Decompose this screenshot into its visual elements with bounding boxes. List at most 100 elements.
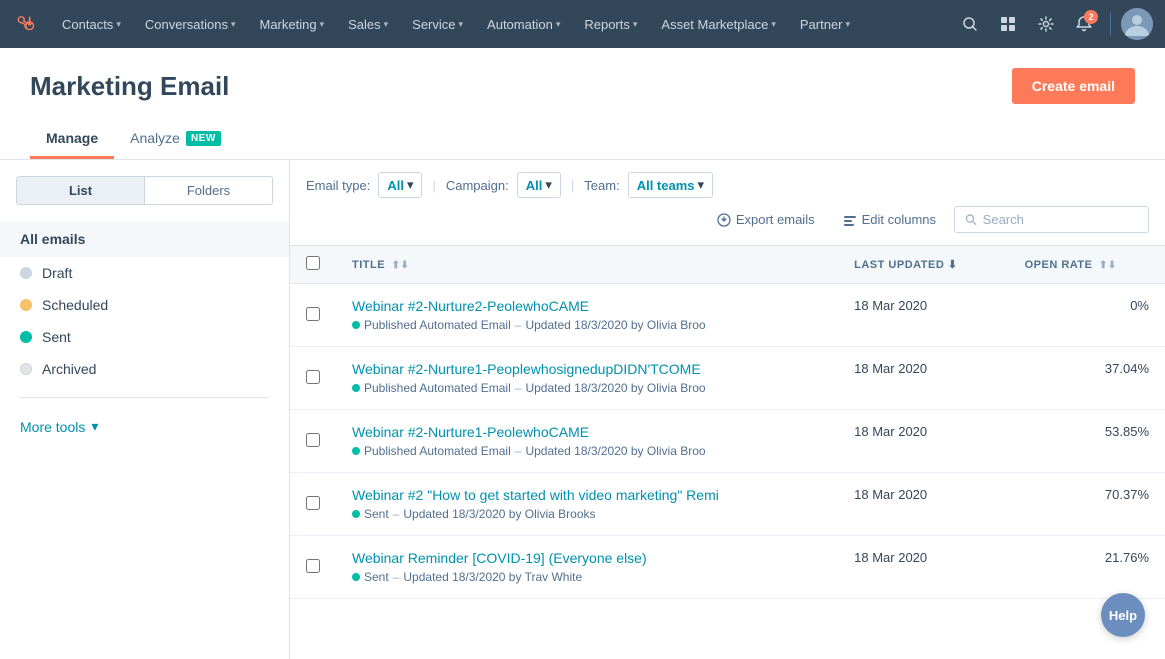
row-checkbox-cell-4[interactable] bbox=[290, 536, 336, 599]
user-avatar-button[interactable] bbox=[1121, 8, 1153, 40]
sidebar-item-sent[interactable]: Sent bbox=[0, 321, 289, 353]
chevron-down-icon: ▾ bbox=[384, 19, 389, 30]
campaign-label: Campaign: bbox=[446, 178, 509, 193]
sidebar-item-scheduled[interactable]: Scheduled bbox=[0, 289, 289, 321]
export-emails-button[interactable]: Export emails bbox=[707, 207, 825, 232]
email-title-link-1[interactable]: Webinar #2-Nurture1-PeoplewhosignedupDID… bbox=[352, 361, 822, 377]
sidebar-item-draft[interactable]: Draft bbox=[0, 257, 289, 289]
tab-manage[interactable]: Manage bbox=[30, 120, 114, 159]
help-button[interactable]: Help bbox=[1101, 593, 1145, 637]
sent-dot bbox=[20, 331, 32, 343]
row-checkbox-3[interactable] bbox=[306, 496, 320, 510]
email-meta-text-0: Updated 18/3/2020 by Olivia Broo bbox=[525, 318, 705, 332]
chevron-down-icon: ▾ bbox=[459, 19, 464, 30]
select-all-checkbox[interactable] bbox=[306, 256, 320, 270]
divider bbox=[1110, 12, 1111, 36]
chevron-down-icon: ▾ bbox=[556, 19, 561, 30]
folders-view-button[interactable]: Folders bbox=[145, 176, 273, 205]
email-title-link-2[interactable]: Webinar #2-Nurture1-PeolewhoCAME bbox=[352, 424, 822, 440]
nav-contacts[interactable]: Contacts ▾ bbox=[52, 6, 131, 42]
archived-dot bbox=[20, 363, 32, 375]
email-title-link-3[interactable]: Webinar #2 "How to get started with vide… bbox=[352, 487, 822, 503]
nav-partner[interactable]: Partner ▾ bbox=[790, 6, 860, 42]
email-title-link-4[interactable]: Webinar Reminder [COVID-19] (Everyone el… bbox=[352, 550, 822, 566]
chevron-down-icon: ▾ bbox=[407, 177, 414, 193]
email-title-cell-4: Webinar Reminder [COVID-19] (Everyone el… bbox=[336, 536, 838, 599]
campaign-filter[interactable]: All ▾ bbox=[517, 172, 561, 198]
email-status-1: Published Automated Email bbox=[364, 381, 511, 395]
open-rate-cell-4: 21.76% bbox=[1009, 536, 1165, 599]
row-checkbox-cell-2[interactable] bbox=[290, 410, 336, 473]
marketplace-icon-btn[interactable] bbox=[992, 8, 1024, 40]
open-rate-column-header[interactable]: OPEN RATE ⬆⬇ bbox=[1009, 246, 1165, 284]
open-rate-cell-2: 53.85% bbox=[1009, 410, 1165, 473]
draft-dot bbox=[20, 267, 32, 279]
email-meta-text-1: Updated 18/3/2020 by Olivia Broo bbox=[525, 381, 705, 395]
select-all-checkbox-cell[interactable] bbox=[290, 246, 336, 284]
nav-automation[interactable]: Automation ▾ bbox=[477, 6, 570, 42]
last-updated-column-header[interactable]: LAST UPDATED ⬇ bbox=[838, 246, 1008, 284]
sidebar-divider bbox=[20, 397, 269, 398]
email-title-cell-0: Webinar #2-Nurture2-PeolewhoCAME Publish… bbox=[336, 284, 838, 347]
filter-separator-2: | bbox=[571, 178, 574, 193]
status-dot-1 bbox=[352, 384, 360, 392]
row-checkbox-cell-1[interactable] bbox=[290, 347, 336, 410]
email-meta-text-3: Updated 18/3/2020 by Olivia Brooks bbox=[403, 507, 595, 521]
page-title: Marketing Email bbox=[30, 71, 229, 102]
email-table: TITLE ⬆⬇ LAST UPDATED ⬇ OPEN RATE ⬆⬇ bbox=[290, 246, 1165, 659]
email-title-link-0[interactable]: Webinar #2-Nurture2-PeolewhoCAME bbox=[352, 298, 822, 314]
email-type-filter[interactable]: All ▾ bbox=[378, 172, 422, 198]
table-row: Webinar #2-Nurture2-PeolewhoCAME Publish… bbox=[290, 284, 1165, 347]
team-filter[interactable]: All teams ▾ bbox=[628, 172, 713, 198]
edit-columns-button[interactable]: Edit columns bbox=[833, 207, 946, 232]
tab-analyze[interactable]: Analyze NEW bbox=[114, 120, 237, 159]
nav-marketing[interactable]: Marketing ▾ bbox=[249, 6, 334, 42]
last-updated-cell-2: 18 Mar 2020 bbox=[838, 410, 1008, 473]
create-email-button[interactable]: Create email bbox=[1012, 68, 1135, 104]
sidebar-item-archived[interactable]: Archived bbox=[0, 353, 289, 385]
row-checkbox-cell-3[interactable] bbox=[290, 473, 336, 536]
row-checkbox-1[interactable] bbox=[306, 370, 320, 384]
search-button[interactable] bbox=[954, 8, 986, 40]
chevron-down-icon: ▾ bbox=[698, 177, 705, 193]
nav-conversations[interactable]: Conversations ▾ bbox=[135, 6, 246, 42]
last-updated-cell-1: 18 Mar 2020 bbox=[838, 347, 1008, 410]
email-meta-text-4: Updated 18/3/2020 by Trav White bbox=[403, 570, 582, 584]
more-tools-button[interactable]: More tools ▾ bbox=[0, 410, 289, 443]
chevron-down-icon: ▾ bbox=[771, 19, 776, 30]
sidebar-all-emails[interactable]: All emails bbox=[0, 221, 289, 257]
last-updated-cell-3: 18 Mar 2020 bbox=[838, 473, 1008, 536]
hubspot-logo[interactable] bbox=[12, 10, 40, 38]
email-meta-1: Published Automated Email – Updated 18/3… bbox=[352, 381, 822, 395]
email-meta-text-2: Updated 18/3/2020 by Olivia Broo bbox=[525, 444, 705, 458]
notifications-icon-btn[interactable]: 2 bbox=[1068, 8, 1100, 40]
meta-sep-1: – bbox=[515, 381, 522, 395]
chevron-down-icon: ▾ bbox=[231, 19, 236, 30]
notification-badge: 2 bbox=[1084, 10, 1098, 24]
search-icon bbox=[965, 213, 977, 226]
table-row: Webinar #2-Nurture1-PeoplewhosignedupDID… bbox=[290, 347, 1165, 410]
list-view-button[interactable]: List bbox=[16, 176, 145, 205]
sort-arrow-last-updated: ⬇ bbox=[948, 259, 958, 271]
settings-icon-btn[interactable] bbox=[1030, 8, 1062, 40]
email-status-3: Sent bbox=[364, 507, 389, 521]
table-row: Webinar #2 "How to get started with vide… bbox=[290, 473, 1165, 536]
row-checkbox-4[interactable] bbox=[306, 559, 320, 573]
meta-sep-4: – bbox=[393, 570, 400, 584]
nav-sales[interactable]: Sales ▾ bbox=[338, 6, 398, 42]
search-box[interactable] bbox=[954, 206, 1149, 233]
chevron-down-icon: ▾ bbox=[633, 19, 638, 30]
nav-reports[interactable]: Reports ▾ bbox=[574, 6, 647, 42]
nav-asset-marketplace[interactable]: Asset Marketplace ▾ bbox=[651, 6, 785, 42]
nav-service[interactable]: Service ▾ bbox=[402, 6, 473, 42]
filters-bar: Email type: All ▾ | Campaign: All ▾ | Te… bbox=[290, 160, 1165, 246]
table-area: Email type: All ▾ | Campaign: All ▾ | Te… bbox=[290, 160, 1165, 659]
row-checkbox-2[interactable] bbox=[306, 433, 320, 447]
row-checkbox-cell-0[interactable] bbox=[290, 284, 336, 347]
search-input[interactable] bbox=[983, 212, 1138, 227]
open-rate-cell-0: 0% bbox=[1009, 284, 1165, 347]
title-column-header[interactable]: TITLE ⬆⬇ bbox=[336, 246, 838, 284]
table-row: Webinar #2-Nurture1-PeolewhoCAME Publish… bbox=[290, 410, 1165, 473]
row-checkbox-0[interactable] bbox=[306, 307, 320, 321]
filters-right: Export emails Edit columns bbox=[707, 206, 1149, 233]
